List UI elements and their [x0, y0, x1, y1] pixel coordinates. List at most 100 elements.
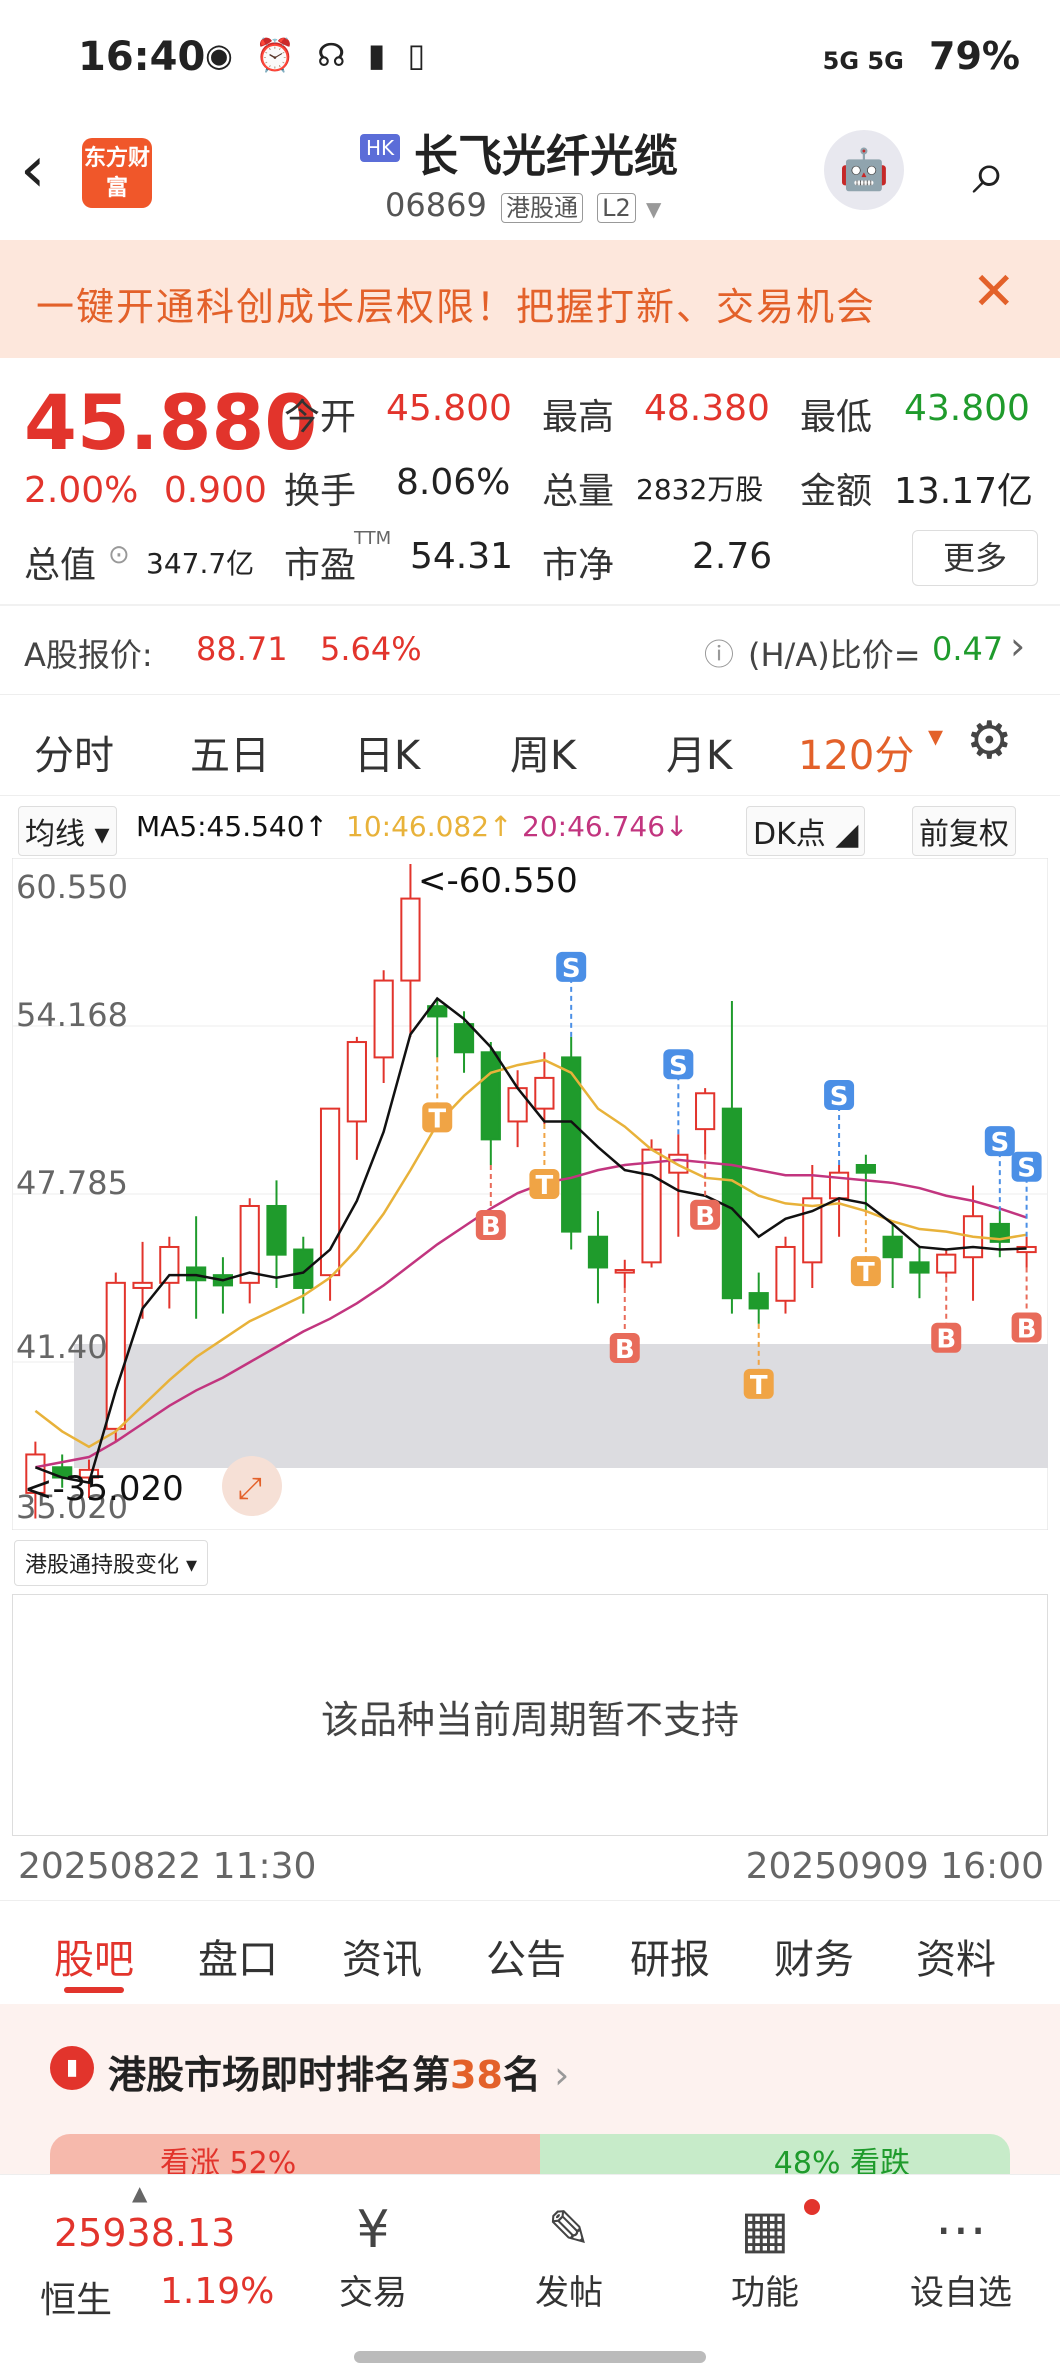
candle-body [453, 1023, 475, 1054]
nav-add-watchlist[interactable]: ⋯ 设自选 [896, 2195, 1026, 2314]
pe-ttm-sup: TTM [354, 528, 392, 549]
signal-s-label: S [830, 1082, 849, 1112]
tab-financials[interactable]: 财务 [774, 1927, 854, 1985]
tab-120min[interactable]: 120分 [798, 723, 914, 781]
back-button[interactable]: ‹ [20, 138, 70, 202]
nav-features-label: 功能 [731, 2273, 799, 2313]
assistant-robot-icon[interactable]: 🤖 [824, 130, 904, 210]
nav-trade[interactable]: ¥ 交易 [308, 2195, 438, 2314]
nav-features[interactable]: ▦ 功能 [700, 2195, 830, 2314]
tab-monthly[interactable]: 月K [666, 723, 732, 781]
tab-research[interactable]: 研报 [630, 1927, 710, 1985]
candle-body [400, 897, 421, 982]
low-label: 最低 [800, 397, 873, 438]
rank-chart-icon: ▮ [50, 2046, 94, 2090]
help-icon[interactable]: ⓘ [704, 630, 734, 674]
signal-s-label: S [562, 954, 581, 984]
ma-select-button[interactable]: 均线 ▾ [18, 806, 117, 856]
kline-chart[interactable]: 60.550 54.168 47.785 41.403 35.020 TBTSB… [11, 857, 1049, 1531]
tab-weekly[interactable]: 周K [510, 723, 576, 781]
ma-select-label: 均线 [25, 817, 85, 852]
candle-body [534, 1076, 555, 1110]
index-pct: 1.19% [160, 2271, 275, 2312]
stock-name: 长飞光纤光缆 [414, 131, 678, 182]
status-bar: 16:40 ◉ ⏰ ☊ ▮ ▯ 5G 5G 79% [0, 0, 1060, 110]
signal-b-label: B [695, 1202, 715, 1232]
tab-news[interactable]: 资讯 [342, 1927, 422, 1985]
channel-tag: 港股通 [500, 193, 583, 223]
high-label: 最高 [542, 397, 615, 438]
info-icon[interactable]: ⊙ [108, 540, 130, 570]
tab-announcements[interactable]: 公告 [486, 1927, 566, 1985]
tab-forum[interactable]: 股吧 [54, 1927, 134, 1993]
candle-body [480, 1051, 501, 1141]
divider [0, 604, 1060, 606]
ha-value: 0.47 [932, 630, 1004, 668]
amount-label: 金额 [800, 471, 873, 512]
current-price: 45.880 [24, 378, 318, 467]
promo-banner[interactable]: 一键开通科创成长层权限！把握打新、交易机会 ✕ [0, 240, 1060, 358]
market-tag: HK [360, 134, 401, 162]
tab-five-day[interactable]: 五日 [190, 723, 270, 781]
turnover-label: 换手 [284, 471, 357, 512]
edit-icon: ✎ [547, 2200, 591, 2260]
candle-body [105, 1281, 126, 1430]
index-value[interactable]: 25938.13 [54, 2211, 235, 2255]
candle-body [614, 1269, 635, 1274]
status-right: 5G 5G 79% [823, 34, 1020, 78]
gear-icon[interactable]: ⚙ [966, 711, 1013, 771]
bullish-bar[interactable]: 看涨 52% [50, 2134, 540, 2181]
max-price-note: <-60.550 [418, 861, 578, 901]
support-zone [74, 1344, 1048, 1468]
holdings-panel: 该品种当前周期暂不支持 [12, 1594, 1048, 1836]
a-share-row[interactable]: A股报价: 88.71 5.64% ⓘ (H/A)比价= 0.47 › [0, 612, 1060, 692]
start-date: 20250822 11:30 [18, 1846, 317, 1887]
search-icon[interactable]: ⌕ [950, 134, 1028, 212]
more-button[interactable]: 更多 [912, 530, 1038, 586]
candle-body [721, 1107, 743, 1300]
chevron-down-icon: ▼ [645, 197, 662, 221]
candle-body [855, 1163, 876, 1174]
amount-value: 13.17亿 [894, 471, 1034, 512]
bearish-bar[interactable]: 48% 看跌 [540, 2134, 1010, 2181]
stock-code-row[interactable]: 06869 港股通 L2 ▼ [385, 186, 661, 224]
tab-intraday[interactable]: 分时 [34, 723, 114, 781]
candle-body [641, 1148, 662, 1264]
unsupported-message: 该品种当前周期暂不支持 [320, 1698, 739, 1742]
status-icons: ◉ ⏰ ☊ ▮ ▯ [205, 36, 432, 74]
more-icon: ⋯ [935, 2200, 987, 2260]
market-rank-card[interactable]: ▮ 港股市场即时排名第38名 › 看涨 52% 48% 看跌 [0, 2004, 1060, 2181]
nav-add-watchlist-label: 设自选 [910, 2273, 1012, 2313]
signal-b-label: B [936, 1325, 956, 1355]
kline-period-tabs: 分时 五日 日K 周K 月K 120分 ▾ ⚙ [0, 694, 1060, 796]
candle-body [239, 1204, 260, 1284]
tab-orderbook[interactable]: 盘口 [198, 1927, 278, 1985]
dk-point-button[interactable]: DK点 ◢ [746, 806, 866, 856]
promo-text: 一键开通科创成长层权限！把握打新、交易机会 [36, 285, 877, 329]
signal-t-label: T [428, 1104, 446, 1134]
pe-label: 市盈 [284, 545, 357, 586]
nav-post[interactable]: ✎ 发帖 [504, 2195, 634, 2314]
high-value: 48.380 [644, 388, 770, 429]
change-abs: 0.900 [163, 470, 267, 511]
dropdown-caret-icon: ▾ [928, 719, 944, 754]
close-icon[interactable]: ✕ [972, 262, 1016, 322]
holdings-select[interactable]: 港股通持股变化 ▾ [14, 1540, 209, 1586]
a-share-price: 88.71 [196, 630, 288, 668]
mktcap-label: 总值 [24, 545, 97, 586]
nav-post-label: 发帖 [535, 2273, 603, 2313]
candle-body [159, 1245, 180, 1284]
rank-number: 38 [450, 2053, 503, 2097]
expand-icon[interactable]: ⤢ [238, 1471, 262, 1506]
adjust-button[interactable]: 前复权 [912, 806, 1016, 856]
bottom-nav: ▲ 25938.13 恒生 1.19% ¥ 交易 ✎ 发帖 ▦ 功能 ⋯ 设自选 [0, 2174, 1060, 2377]
signal-t-label: T [857, 1258, 875, 1288]
content-tabs: 股吧 盘口 资讯 公告 研报 财务 资料 [0, 1900, 1060, 2005]
app-logo[interactable]: 东方财富 [82, 138, 152, 208]
volume-value: 2832万股 [636, 473, 764, 506]
signal-t-label: T [750, 1371, 768, 1401]
tab-profile[interactable]: 资料 [916, 1927, 996, 1985]
tab-daily[interactable]: 日K [354, 723, 420, 781]
stock-code: 06869 [385, 186, 487, 224]
ma-row: 均线 ▾ MA5:45.540↑ 10:46.082↑ 20:46.746↓ D… [0, 800, 1060, 856]
